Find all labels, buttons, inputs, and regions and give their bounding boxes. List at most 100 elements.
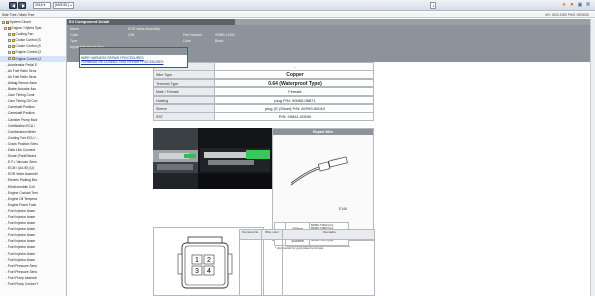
terminal-reconnecting-repair-link[interactable]: TERMINAL RE-CONNECTING REPAIR PROCEDURES (81, 60, 163, 64)
tree-item-label: - Canister Pump Mod (6, 117, 38, 122)
terminal-table-header: Terminal No. Wire color Remarks (240, 230, 374, 240)
tree-item-label: - Fuel Injector Asser (6, 257, 36, 262)
print-icon[interactable]: ▣ (577, 2, 583, 9)
tree-item-label: - Fuel Injector Asser (6, 233, 36, 238)
vertical-scrollbar[interactable] (590, 19, 595, 296)
tree-item-label: - Fuel Injector Asser (6, 215, 36, 219)
header-k: Type (70, 39, 78, 43)
folder-icon (11, 32, 15, 36)
info-row: Male / Female Female (153, 87, 374, 96)
bookmark-icon[interactable]: ★ (561, 2, 567, 9)
tree-item-label: - Electromobile Coll (6, 184, 35, 189)
component-detail-title: E4 Component Detail (67, 19, 235, 25)
header-v2: 90980-12493 (215, 33, 235, 37)
back-button[interactable] (9, 2, 17, 9)
info-row: SST P/N: 09841-00530 (153, 112, 374, 121)
tree-item-label: - Electric Parking Bra (6, 178, 37, 183)
tree-item-label: - Brake Actuator Ass (6, 87, 36, 92)
header-detail-row: Type Color Black (67, 39, 595, 45)
folder-icon (11, 51, 15, 55)
info-value: plug [G (Silver] P/N: 82999-50010 (264, 106, 326, 111)
search-dropdown[interactable] (430, 2, 436, 9)
info-value: Female (288, 89, 302, 95)
document-info: MY: 0000-0000 PMS: 0000000 (545, 13, 589, 17)
header-detail-row: Name EGR Valve Assembly (67, 27, 595, 33)
year-select-value: 2018 ▾ (35, 3, 46, 7)
tree-item-label: System Circuit (9, 20, 31, 24)
terminal-no-header: Terminal No. (241, 230, 260, 234)
tree-item-label: - EGR Valve Assembl (6, 172, 38, 177)
tree-item-label: Engine / Hybrid Syst (11, 26, 42, 31)
tree-item-label: - Cooling Fan ECU / ... (6, 135, 40, 140)
header-bar (235, 19, 595, 25)
navigation-tree: System Circuit Engine / Hybrid Syst Coolin… (0, 19, 67, 296)
tree-item-label: - Certification ECU / (6, 123, 36, 128)
tree-item-label: Engine Control (2 (15, 50, 42, 55)
tree-item-label: - Fuel Pressure Sens (6, 263, 37, 268)
tree-item-label: Cruise Control (S (15, 44, 41, 49)
header-v: C55 (128, 33, 135, 37)
header-v: EGR Valve Assembly (128, 27, 160, 31)
tree-item-label: - Airbag Sensor Asse (6, 80, 37, 85)
tree-item-label: - Camshaft Position (6, 105, 35, 110)
tree-item-label: Engine Control (2 (15, 56, 42, 61)
header-k2: Part Number (183, 33, 203, 37)
tree-item-label: - Cam Timing Oil Con (6, 99, 38, 104)
tree-item-label: - Fuel Pressure Sens (6, 269, 37, 274)
folder-icon (11, 45, 15, 48)
favorite-icon[interactable]: ♥ (569, 2, 575, 9)
tree-item[interactable]: - Fuel Pump Control Y (0, 281, 66, 287)
tree-item-label: - Cam Timing Contr (6, 93, 35, 98)
tree-item-label: Cooling Fan (15, 32, 34, 37)
tree-item-label: - Fuel Injector Asser (6, 227, 36, 232)
info-key: Holding (154, 96, 215, 104)
tree-item-label: - Combination Meter (6, 129, 36, 134)
model-select[interactable]: [MODEL] (53, 2, 74, 9)
chevron-down-icon (70, 4, 72, 6)
pin-3: 3 (195, 268, 199, 275)
wire-color-header: Wire color (265, 230, 279, 234)
tree-item-label: - Engine Room Fuse (6, 202, 37, 207)
tree-item-label: - E.F.I. Vacuum Sens (6, 160, 37, 165)
tree-item-label: - Diode (Park/Neutra (6, 154, 37, 159)
pin-1: 1 (195, 257, 199, 264)
info-value: P/N: 09841-00530 (278, 114, 312, 120)
info-value: plug P/N: 90980-08871 (274, 97, 316, 103)
tree-item-label: - Engine Coolant Tem (6, 190, 38, 195)
info-value: 0.64 (Waterproof Type) (268, 80, 322, 87)
repair-procedure-popup: WIRE HARNESS REPAIR PROCEDURES TERMINAL … (79, 47, 188, 68)
link-icon[interactable]: ⌘ (585, 2, 591, 9)
info-key: Wire Type (154, 71, 215, 78)
terminal-photo-front (198, 128, 272, 189)
header-detail-row: Code C55 Part Number 90980-12493 (67, 33, 595, 39)
info-key: SST (154, 113, 215, 120)
tree-item-label: - Camshaft Position (6, 111, 35, 116)
tree-item-label: Cruise Control (S (15, 38, 41, 43)
tree-item-label: - Fuel Injector Asser (6, 251, 36, 256)
info-row: Terminal Type 0.64 (Waterproof Type) (153, 78, 374, 88)
tree-item-label: - Fuel Injector Asser (6, 239, 36, 244)
header-k: Name (70, 27, 80, 31)
info-key: Male / Female (154, 88, 215, 95)
tree-item-label: - Fuel Pump Assemb (6, 275, 37, 280)
pin-2: 2 (207, 257, 211, 264)
model-select-value: [MODEL] (55, 3, 69, 7)
info-value: - (294, 64, 296, 69)
header-k: Code (70, 33, 79, 37)
repair-wire-code: E148 (339, 207, 347, 211)
header-v2: Black (215, 39, 224, 43)
tree-item-label: - Air Fuel Ratio Sens (6, 68, 37, 73)
book-icon (5, 20, 9, 24)
tree-item-label: - Fuel Pump Control Y (6, 282, 39, 287)
forward-button[interactable] (18, 2, 26, 9)
info-key: Terminal Type (154, 79, 215, 87)
tree-item-label: - Engine Oil Tempera (6, 196, 37, 201)
remarks-header: Remarks (323, 230, 336, 234)
year-select[interactable]: 2018 ▾ (33, 2, 51, 9)
tree-item-label: - ECM / (A/L/Ð) (U) (6, 166, 35, 171)
info-row: Wire Type Copper (153, 70, 374, 79)
top-toolbar: 2018 ▾ [MODEL] ★ ♥ ▣ ⌘ (0, 0, 595, 11)
terminal-photo-side (153, 128, 198, 189)
breadcrumb-bar: Side Tree / Main Tree MY: 0000-0000 PMS:… (0, 12, 595, 18)
tree-item-label: - Fuel Injector Asser (6, 245, 36, 250)
